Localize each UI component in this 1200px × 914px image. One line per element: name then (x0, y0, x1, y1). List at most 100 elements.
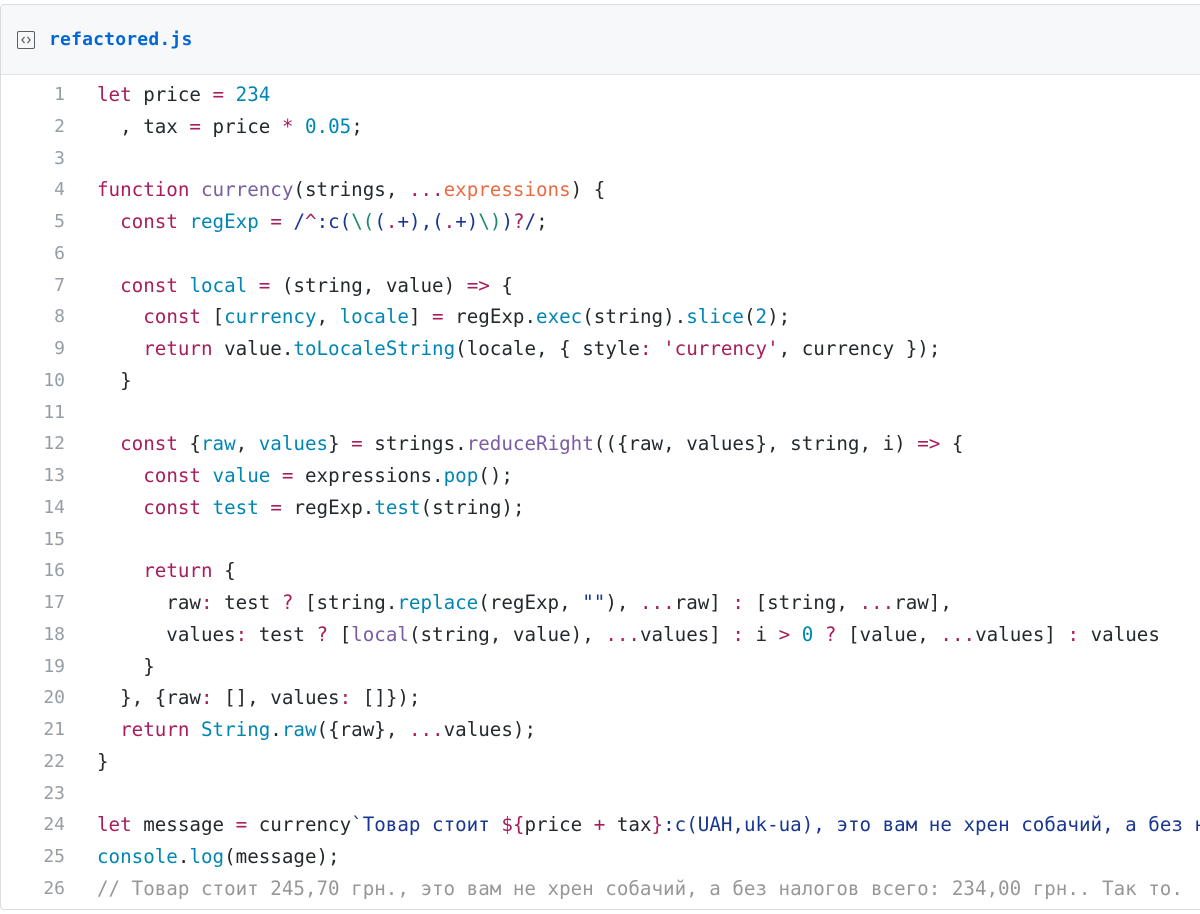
code-text: const [currency, locale] = regExp.exec(s… (97, 301, 790, 333)
line-number[interactable]: 15 (1, 524, 65, 556)
code-token: `Товар стоит (351, 813, 502, 837)
code-token: . (177, 845, 190, 868)
line-number[interactable]: 13 (1, 460, 65, 492)
code-token: raw (97, 591, 201, 614)
code-token: = (351, 432, 363, 456)
file-name-link[interactable]: refactored.js (49, 29, 192, 50)
code-token: test (212, 495, 259, 519)
code-token: return (143, 337, 213, 360)
line-number[interactable]: 19 (1, 651, 65, 683)
code-token: ( (374, 210, 386, 233)
code-token: local (189, 273, 248, 297)
code-token: locale (339, 305, 409, 329)
code-token: ); (767, 305, 791, 329)
line-number[interactable]: 6 (1, 238, 65, 270)
line-number[interactable]: 18 (1, 619, 65, 651)
code-token: raw (281, 718, 317, 741)
code-text: let price = 234 (97, 79, 270, 111)
line-number[interactable]: 1 (1, 79, 65, 111)
line-number[interactable]: 7 (1, 270, 65, 302)
line-number[interactable]: 3 (1, 143, 65, 175)
code-token: price (131, 83, 213, 106)
code-token: \) (478, 210, 502, 233)
line-number[interactable]: 2 (1, 111, 65, 143)
code-text: values: test ? [local(string, value), ..… (97, 619, 1160, 651)
code-token: ) (466, 210, 479, 233)
code-token: test (247, 622, 317, 646)
code-token: const (120, 432, 178, 456)
code-token: . (270, 718, 282, 741)
code-token: console (97, 845, 178, 868)
code-token: => (917, 432, 941, 456)
line-number[interactable]: 8 (1, 301, 65, 333)
line-number[interactable]: 21 (1, 714, 65, 746)
code-token: const (120, 273, 178, 297)
code-text: return String.raw({raw}, ...values); (97, 714, 536, 746)
code-brackets-icon (21, 36, 31, 43)
code-token: + (397, 210, 410, 233)
line-number[interactable]: 11 (1, 397, 65, 429)
code-token: const (143, 495, 201, 519)
code-token: : (235, 622, 248, 646)
line-number[interactable]: 4 (1, 174, 65, 206)
code-token: // Товар стоит 245,70 грн., это вам не х… (97, 876, 1183, 900)
line-number[interactable]: 24 (1, 809, 65, 841)
code-token: (message); (224, 845, 340, 868)
code-text: // Товар стоит 245,70 грн., это вам не х… (97, 873, 1183, 905)
code-token: values (258, 432, 329, 456)
code-token: return (143, 559, 213, 583)
line-number[interactable]: 12 (1, 428, 65, 460)
code-token: ( (743, 305, 756, 329)
line-number[interactable]: 14 (1, 492, 65, 524)
code-token: values (97, 622, 236, 646)
line-number[interactable]: 9 (1, 333, 65, 365)
code-token: ; (536, 210, 548, 233)
code-token: { (940, 432, 964, 456)
code-token: currency (200, 178, 294, 202)
code-token: exec (536, 305, 583, 329)
line-number[interactable]: 22 (1, 746, 65, 778)
code-token: "" (582, 591, 606, 614)
code-token: : (1067, 622, 1080, 646)
code-token: { (212, 559, 236, 583)
code-token: = (270, 495, 282, 519)
line-number[interactable]: 20 (1, 682, 65, 714)
line-number[interactable]: 5 (1, 206, 65, 238)
code-token: (regExp, (478, 591, 583, 614)
line-number[interactable]: 23 (1, 778, 65, 810)
code-token: * (281, 114, 294, 138)
code-token: raw], (894, 591, 952, 614)
code-token: values); (443, 718, 537, 741)
code-token: { (489, 273, 513, 297)
code-token: ? (316, 622, 329, 646)
line-number[interactable]: 25 (1, 841, 65, 873)
code-token: const (143, 305, 201, 329)
code-token: , currency }); (778, 337, 941, 360)
code-token: , (316, 305, 340, 329)
code-token: } (97, 749, 109, 773)
code-token: ) { (570, 178, 606, 202)
code-text: console.log(message); (97, 841, 340, 873)
code-token: i (743, 622, 779, 646)
code-token: log (189, 845, 225, 868)
code-token: raw] (674, 591, 733, 614)
line-number[interactable]: 17 (1, 587, 65, 619)
code-text: return value.toLocaleString(locale, { st… (97, 333, 940, 365)
code-text: let message = currency`Товар стоит ${pri… (97, 809, 1200, 841)
code-token: price (200, 114, 282, 138)
code-token: regExp. (443, 305, 537, 329)
code-token: ) (501, 210, 514, 233)
code-token: ... (408, 718, 444, 741)
line-number[interactable]: 10 (1, 365, 65, 397)
code-token: value (212, 464, 271, 487)
line-number[interactable]: 26 (1, 873, 65, 905)
code-token: + (455, 210, 467, 233)
code-token: . (443, 210, 456, 233)
line-number[interactable]: 16 (1, 555, 65, 587)
